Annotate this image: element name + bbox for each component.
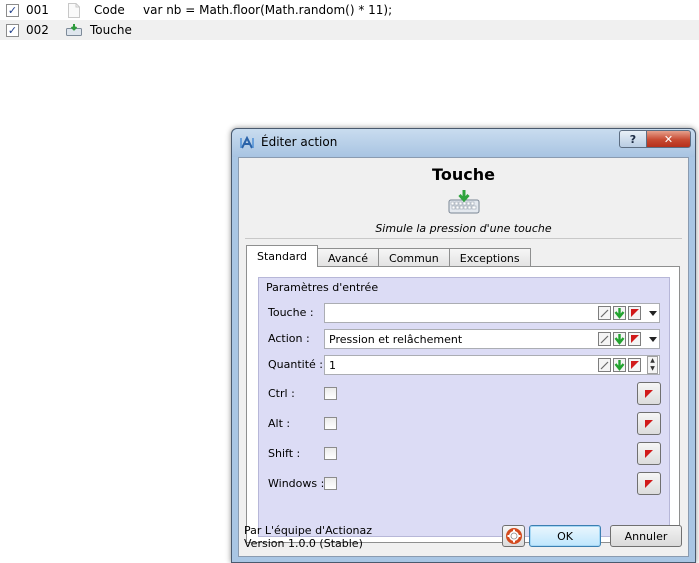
dialog-title-bar[interactable]: Éditer action ? ✕ [232, 129, 695, 157]
windows-label: Windows : [268, 477, 325, 490]
touche-label: Touche : [268, 306, 314, 319]
list-item[interactable]: ✓ 001 Code var nb = Math.floor(Math.rand… [0, 0, 699, 20]
shift-label: Shift : [268, 447, 301, 460]
dialog-body: Touche Simule la pression d'une touche S… [238, 157, 689, 557]
stepper-up-icon[interactable]: ▲ [648, 357, 657, 365]
windows-flag-button[interactable] [637, 472, 661, 495]
red-flag-icon [645, 389, 653, 398]
quantity-stepper[interactable]: ▲ ▼ [647, 356, 658, 374]
standard-tab-panel: Paramètres d'entrée Touche : Action: Pr… [246, 266, 680, 543]
tab-standard[interactable]: Standard [246, 245, 319, 267]
red-flag-icon[interactable] [628, 306, 641, 320]
close-button[interactable]: ✕ [646, 130, 691, 148]
row-kind: Touche [90, 23, 132, 37]
insert-variable-icon[interactable] [613, 306, 626, 320]
help-lifebuoy-button[interactable] [502, 525, 525, 547]
row-number: 001 [26, 3, 49, 17]
keyboard-icon [448, 190, 480, 214]
red-flag-icon[interactable] [628, 358, 641, 372]
red-flag-icon [645, 479, 653, 488]
row-checkbox[interactable]: ✓ [6, 3, 19, 17]
document-icon [66, 2, 82, 18]
field-row-touche: Touche : [259, 303, 669, 323]
tab-bar: Standard Avancé Commun Exceptions [246, 245, 531, 267]
row-checkbox[interactable]: ✓ [6, 23, 19, 37]
shift-flag-button[interactable] [637, 442, 661, 465]
ctrl-label: Ctrl : [268, 387, 295, 400]
field-row-shift: Shift : [259, 442, 669, 465]
action-label: Action : [268, 332, 310, 345]
action-header: Touche Simule la pression d'une touche [239, 158, 688, 240]
dialog-title: Éditer action [261, 135, 338, 149]
red-flag-icon[interactable] [628, 332, 641, 346]
chevron-down-icon[interactable] [646, 305, 660, 321]
list-item[interactable]: ✓ 002 Touche [0, 20, 699, 40]
row-kind: Code [94, 3, 125, 17]
credit-text: Par L'équipe d'Actionaz Version 1.0.0 (S… [244, 524, 372, 550]
chevron-down-icon[interactable] [646, 331, 660, 347]
header-divider [245, 238, 682, 239]
alt-flag-button[interactable] [637, 412, 661, 435]
credit-author: Par L'équipe d'Actionaz [244, 524, 373, 537]
lifebuoy-icon [505, 528, 522, 544]
insert-variable-icon[interactable] [613, 332, 626, 346]
windows-checkbox[interactable] [324, 477, 337, 490]
help-button[interactable]: ? [619, 130, 647, 148]
cancel-button[interactable]: Annuler [610, 525, 682, 547]
field-row-windows: Windows : [259, 472, 669, 495]
row-code: var nb = Math.floor(Math.random() * 11); [143, 3, 393, 17]
row-number: 002 [26, 23, 49, 37]
red-flag-icon [645, 419, 653, 428]
app-icon [240, 135, 254, 150]
ok-button[interactable]: OK [529, 525, 601, 547]
edit-text-icon[interactable] [598, 332, 611, 346]
stepper-down-icon[interactable]: ▼ [648, 365, 657, 373]
field-row-action: Action : Pression et relâchement [259, 329, 669, 349]
edit-action-dialog: Éditer action ? ✕ Touche Simule la press… [231, 128, 696, 563]
tab-commun[interactable]: Commun [377, 248, 450, 267]
tab-exceptions[interactable]: Exceptions [448, 248, 531, 267]
field-row-quantite: Quantité : 1 ▲ ▼ [259, 355, 669, 375]
ctrl-flag-button[interactable] [637, 382, 661, 405]
red-flag-icon [645, 449, 653, 458]
field-row-alt: Alt : [259, 412, 669, 435]
ctrl-checkbox[interactable] [324, 387, 337, 400]
insert-variable-icon[interactable] [613, 358, 626, 372]
shift-checkbox[interactable] [324, 447, 337, 460]
alt-checkbox[interactable] [324, 417, 337, 430]
edit-text-icon[interactable] [598, 306, 611, 320]
credit-version: Version 1.0.0 (Stable) [244, 537, 363, 550]
field-row-ctrl: Ctrl : [259, 382, 669, 405]
keyboard-icon [66, 22, 82, 38]
edit-text-icon[interactable] [598, 358, 611, 372]
quantite-label: Quantité : [268, 358, 323, 371]
action-description: Simule la pression d'une touche [375, 222, 552, 235]
action-name: Touche [432, 165, 495, 184]
tab-avance[interactable]: Avancé [317, 248, 379, 267]
alt-label: Alt : [268, 417, 291, 430]
action-list: ✓ 001 Code var nb = Math.floor(Math.rand… [0, 0, 699, 40]
input-parameters-group: Paramètres d'entrée Touche : Action: Pr… [258, 277, 670, 537]
group-title: Paramètres d'entrée [266, 281, 379, 294]
